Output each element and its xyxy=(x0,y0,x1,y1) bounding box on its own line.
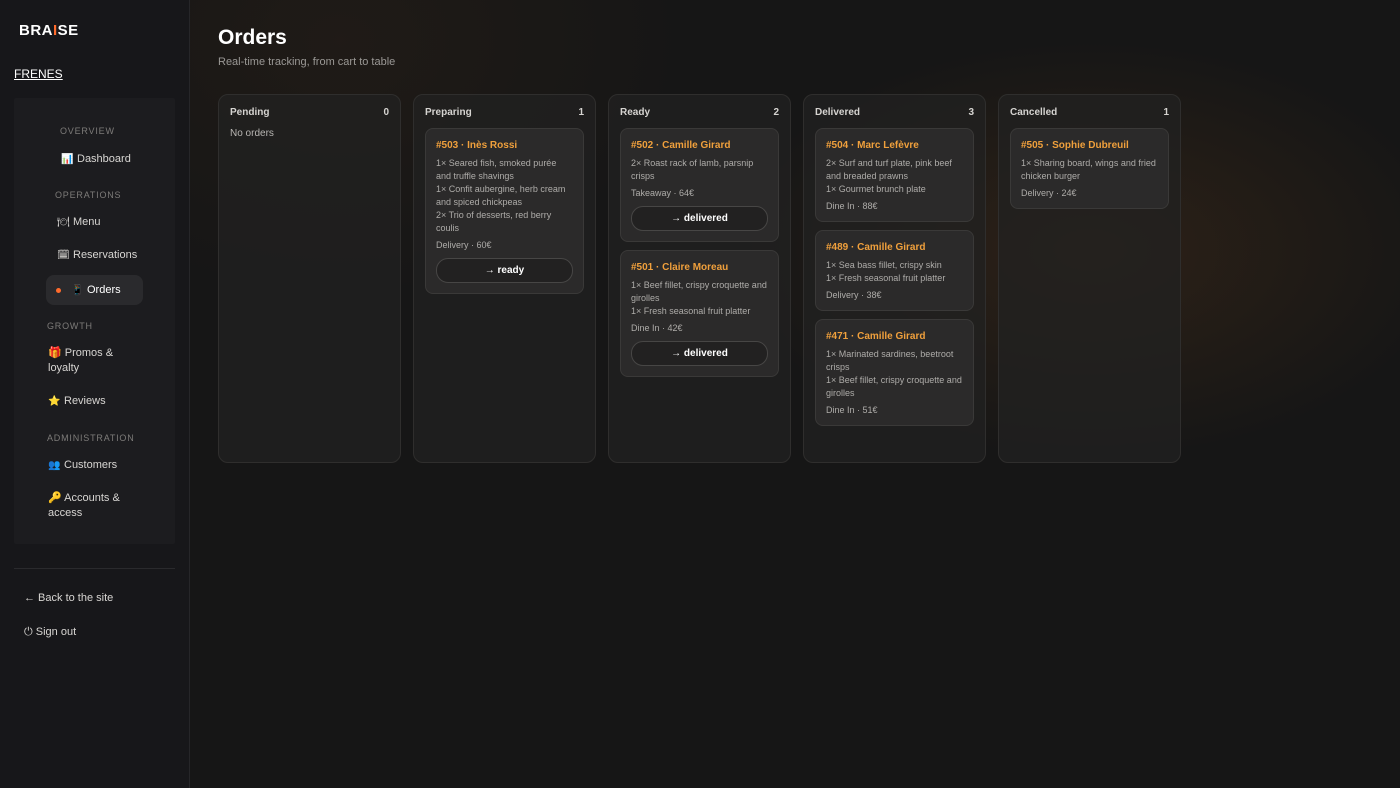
order-item: 1× Confit aubergine, herb cream and spic… xyxy=(436,184,566,207)
order-title: #471 · Camille Girard xyxy=(826,331,926,342)
column-count: 1 xyxy=(578,107,584,118)
sidebar-item-reviews[interactable]: ⭐ Reviews xyxy=(48,394,106,409)
empty-state: No orders xyxy=(230,128,274,139)
tenant-link[interactable]: FRENES xyxy=(14,67,63,81)
column-ready: Ready 2 #502 · Camille Girard 2× Roast r… xyxy=(608,94,791,463)
nav-panel: OVERVIEW 📊 Dashboard OPERATIONS 🍽 Menu 🗓… xyxy=(14,98,175,544)
chart-icon: 📊 xyxy=(61,154,74,165)
order-meta: Takeaway · 64€ xyxy=(631,188,695,198)
sidebar-item-dashboard[interactable]: 📊 Dashboard xyxy=(61,152,131,167)
back-to-site-link[interactable]: ← Back to the site xyxy=(24,592,113,604)
order-item: 1× Sharing board, wings and fried chicke… xyxy=(1021,158,1156,181)
mark-delivered-button[interactable]: → delivered xyxy=(631,341,768,366)
brand-logo[interactable]: BRAISE xyxy=(19,22,79,39)
order-card: #504 · Marc Lefèvre 2× Surf and turf pla… xyxy=(815,128,974,222)
order-meta: Delivery · 60€ xyxy=(436,240,492,250)
order-item: 1× Fresh seasonal fruit platter xyxy=(826,273,946,283)
order-card: #489 · Camille Girard 1× Sea bass fillet… xyxy=(815,230,974,311)
sidebar-item-reservations[interactable]: 🗓 Reservations xyxy=(57,248,137,263)
sidebar-item-label: Reservations xyxy=(73,249,138,261)
column-delivered: Delivered 3 #504 · Marc Lefèvre 2× Surf … xyxy=(803,94,986,463)
calendar-icon: 🗓 xyxy=(57,250,70,261)
sidebar: BRAISE FRENES OVERVIEW 📊 Dashboard OPERA… xyxy=(0,0,190,788)
sidebar-item-label: Orders xyxy=(87,284,121,296)
sidebar-item-label: Menu xyxy=(73,216,101,228)
sidebar-item-customers[interactable]: 👥 Customers xyxy=(48,458,117,473)
sidebar-item-label: 🎁 Promos & loyalty xyxy=(48,347,114,374)
column-name: Ready xyxy=(620,107,651,118)
order-meta: Delivery · 24€ xyxy=(1021,188,1077,198)
order-item: 2× Roast rack of lamb, parsnip crisps xyxy=(631,158,754,181)
plate-icon: 🍽 xyxy=(57,217,70,228)
users-icon: 👥 xyxy=(48,460,61,471)
sidebar-divider xyxy=(14,568,175,569)
order-item: 1× Sea bass fillet, crispy skin xyxy=(826,260,942,270)
order-title: #502 · Camille Girard xyxy=(631,140,731,151)
column-name: Delivered xyxy=(815,107,861,118)
column-name: Preparing xyxy=(425,107,472,118)
nav-section-operations: OPERATIONS xyxy=(55,190,122,200)
sidebar-item-label: Dashboard xyxy=(77,153,131,165)
column-count: 1 xyxy=(1163,107,1169,118)
nav-section-growth: GROWTH xyxy=(47,321,93,331)
column-cancelled: Cancelled 1 #505 · Sophie Dubreuil 1× Sh… xyxy=(998,94,1181,463)
order-card: #502 · Camille Girard 2× Roast rack of l… xyxy=(620,128,779,242)
order-meta: Dine In · 51€ xyxy=(826,405,878,415)
order-title: #505 · Sophie Dubreuil xyxy=(1021,140,1129,151)
order-item: 1× Fresh seasonal fruit platter xyxy=(631,306,751,316)
sidebar-item-promos[interactable]: 🎁 Promos & loyalty xyxy=(48,346,138,376)
order-item: 1× Beef fillet, crispy croquette and gir… xyxy=(826,375,962,398)
order-title: #489 · Camille Girard xyxy=(826,242,926,253)
order-item: 2× Surf and turf plate, pink beef and br… xyxy=(826,158,952,181)
order-card: #471 · Camille Girard 1× Marinated sardi… xyxy=(815,319,974,426)
order-item: 1× Marinated sardines, beetroot crisps xyxy=(826,349,954,372)
orders-board: Pending 0 No orders Preparing 1 #503 · I… xyxy=(218,94,1181,463)
column-count: 3 xyxy=(968,107,974,118)
phone-icon: 📱 xyxy=(71,285,84,296)
sidebar-item-label: Customers xyxy=(64,459,118,471)
star-icon: ⭐ xyxy=(48,396,61,407)
sidebar-item-orders[interactable]: 📱 Orders xyxy=(46,275,143,305)
page-title: Orders xyxy=(218,26,287,49)
column-count: 0 xyxy=(383,107,389,118)
column-header: Preparing 1 xyxy=(425,107,584,118)
column-preparing: Preparing 1 #503 · Inès Rossi 1× Seared … xyxy=(413,94,596,463)
nav-section-administration: ADMINISTRATION xyxy=(47,433,135,443)
order-card: #505 · Sophie Dubreuil 1× Sharing board,… xyxy=(1010,128,1169,209)
gift-icon: 🎁 xyxy=(48,347,62,359)
column-name: Cancelled xyxy=(1010,107,1058,118)
key-icon: 🔑 xyxy=(48,492,62,504)
order-meta: Delivery · 38€ xyxy=(826,290,882,300)
column-header: Pending 0 xyxy=(230,107,389,118)
order-meta: Dine In · 88€ xyxy=(826,201,878,211)
mark-ready-button[interactable]: → ready xyxy=(436,258,573,283)
sidebar-item-label: Reviews xyxy=(64,395,106,407)
order-title: #501 · Claire Moreau xyxy=(631,262,729,273)
sign-out-link[interactable]: ⏻ Sign out xyxy=(24,626,76,639)
page-subtitle: Real-time tracking, from cart to table xyxy=(218,56,396,68)
nav-section-overview: OVERVIEW xyxy=(60,126,115,136)
sidebar-item-accounts[interactable]: 🔑 Accounts & access xyxy=(48,491,138,521)
order-card: #501 · Claire Moreau 1× Beef fillet, cri… xyxy=(620,250,779,377)
order-title: #503 · Inès Rossi xyxy=(436,140,518,151)
order-item: 1× Seared fish, smoked purée and truffle… xyxy=(436,158,557,181)
order-item: 1× Gourmet brunch plate xyxy=(826,184,926,194)
order-item: 1× Beef fillet, crispy croquette and gir… xyxy=(631,280,767,303)
column-pending: Pending 0 No orders xyxy=(218,94,401,463)
sidebar-item-menu[interactable]: 🍽 Menu xyxy=(57,215,101,230)
order-meta: Dine In · 42€ xyxy=(631,323,683,333)
column-count: 2 xyxy=(773,107,779,118)
order-card: #503 · Inès Rossi 1× Seared fish, smoked… xyxy=(425,128,584,294)
column-header: Cancelled 1 xyxy=(1010,107,1169,118)
sidebar-item-label: 🔑 Accounts & access xyxy=(48,492,120,519)
order-item: 2× Trio of desserts, red berry coulis xyxy=(436,210,552,233)
column-header: Delivered 3 xyxy=(815,107,974,118)
column-name: Pending xyxy=(230,107,270,118)
column-header: Ready 2 xyxy=(620,107,779,118)
mark-delivered-button[interactable]: → delivered xyxy=(631,206,768,231)
order-title: #504 · Marc Lefèvre xyxy=(826,140,919,151)
active-indicator xyxy=(56,288,61,293)
